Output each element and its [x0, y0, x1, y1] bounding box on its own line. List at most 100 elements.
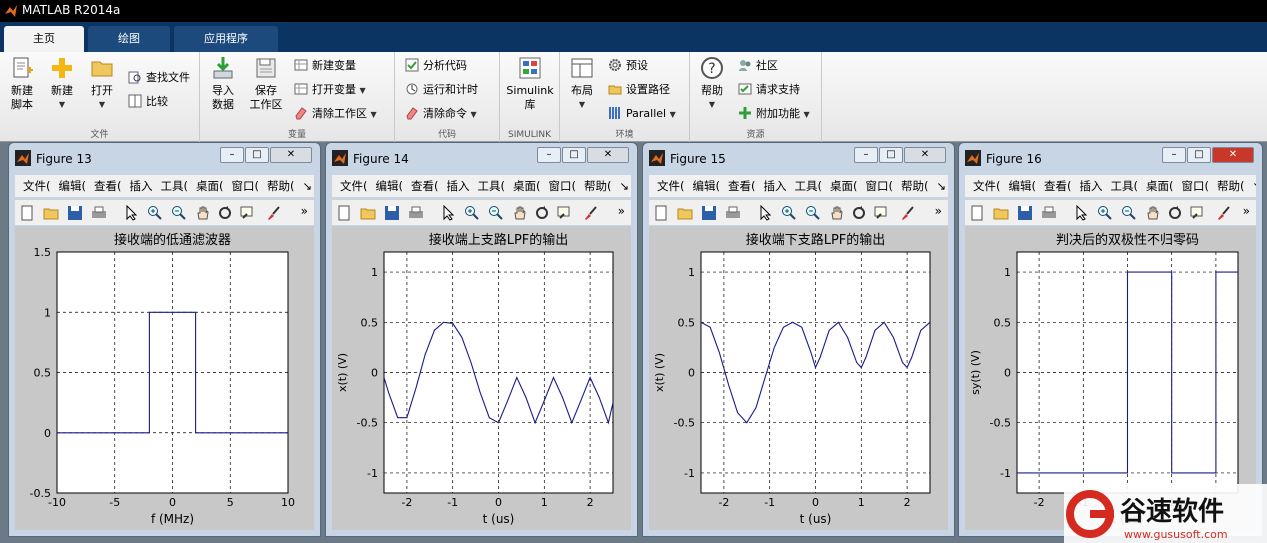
tab-home[interactable]: 主页 [4, 26, 84, 52]
clear-workspace-button[interactable]: 清除工作区 ▼ [294, 104, 377, 124]
new-button[interactable]: 新建 ▼ [46, 56, 78, 112]
menu-overflow-icon[interactable]: ↘ [937, 179, 947, 193]
menu-item[interactable]: 窗口( [549, 179, 577, 193]
menu-item[interactable]: 查看( [728, 179, 756, 193]
print-icon[interactable] [725, 205, 741, 221]
new-file-icon[interactable] [969, 205, 985, 221]
layout-button[interactable]: 布局 ▼ [566, 56, 598, 112]
toolbar-overflow-icon[interactable]: » [1243, 204, 1250, 218]
menu-item[interactable]: 编辑( [693, 179, 721, 193]
menu-item[interactable]: 查看( [411, 179, 439, 193]
select-arrow-icon[interactable] [440, 205, 456, 221]
menu-item[interactable]: 查看( [94, 179, 122, 193]
maximize-button[interactable]: □ [562, 147, 586, 163]
save-icon[interactable] [1017, 205, 1033, 221]
print-icon[interactable] [1041, 205, 1057, 221]
help-button[interactable]: ? 帮助 ▼ [696, 56, 728, 112]
figure-window-2[interactable]: Figure 14– □ ✕ 文件(编辑(查看(插入 工具(桌面(窗口(帮助(↘» -2-… [325, 142, 638, 537]
menu-item[interactable]: 编辑( [376, 179, 404, 193]
select-arrow-icon[interactable] [123, 205, 139, 221]
addons-button[interactable]: 附加功能 ▼ [738, 104, 810, 124]
menu-item[interactable]: 帮助( [1217, 179, 1245, 193]
data-cursor-icon[interactable] [873, 205, 889, 221]
open-file-icon[interactable] [360, 205, 376, 221]
menu-item[interactable]: 插入 [1080, 179, 1103, 193]
analyze-code-button[interactable]: 分析代码 [405, 56, 467, 76]
new-file-icon[interactable] [19, 205, 35, 221]
zoom-out-icon[interactable] [488, 205, 504, 221]
plot-area[interactable]: -10 -5 0 5 10 -0.5 0 0.5 1 1.5 接收端的低通滤波器 f (MHz) [15, 226, 314, 530]
menu-item[interactable]: 文件( [340, 179, 368, 193]
rotate-3d-icon[interactable] [1167, 205, 1183, 221]
close-button[interactable]: ✕ [904, 147, 946, 163]
save-icon[interactable] [67, 205, 83, 221]
zoom-in-icon[interactable] [781, 205, 797, 221]
maximize-button[interactable]: □ [245, 147, 269, 163]
menu-item[interactable]: 桌面( [513, 179, 541, 193]
select-arrow-icon[interactable] [1073, 205, 1089, 221]
pan-hand-icon[interactable] [195, 205, 211, 221]
new-file-icon[interactable] [653, 205, 669, 221]
new-file-icon[interactable] [336, 205, 352, 221]
data-cursor-icon[interactable] [556, 205, 572, 221]
menu-item[interactable]: 窗口( [1182, 179, 1210, 193]
zoom-in-icon[interactable] [147, 205, 163, 221]
minimize-button[interactable]: – [537, 147, 561, 163]
print-icon[interactable] [91, 205, 107, 221]
menu-item[interactable]: 窗口( [866, 179, 894, 193]
compare-button[interactable]: 比较 [128, 92, 168, 112]
minimize-button[interactable]: – [854, 147, 878, 163]
brush-icon[interactable] [265, 205, 281, 221]
request-support-button[interactable]: 请求支持 [738, 80, 800, 100]
menu-item[interactable]: 插入 [764, 179, 787, 193]
simulink-library-button[interactable]: Simulink 库 [504, 56, 556, 112]
open-variable-button[interactable]: 打开变量 ▼ [294, 80, 366, 100]
save-icon[interactable] [701, 205, 717, 221]
new-script-button[interactable]: 新建 脚本 [6, 56, 38, 112]
menu-item[interactable]: 桌面( [196, 179, 224, 193]
pan-hand-icon[interactable] [829, 205, 845, 221]
data-cursor-icon[interactable] [239, 205, 255, 221]
menu-item[interactable]: 文件( [23, 179, 51, 193]
menu-item[interactable]: 文件( [657, 179, 685, 193]
run-and-time-button[interactable]: 运行和计时 [405, 80, 478, 100]
find-files-button[interactable]: 查找文件 [128, 68, 190, 88]
menu-item[interactable]: 编辑( [59, 179, 87, 193]
zoom-in-icon[interactable] [464, 205, 480, 221]
menu-item[interactable]: 工具( [478, 179, 506, 193]
minimize-button[interactable]: – [220, 147, 244, 163]
menu-item[interactable]: 插入 [447, 179, 470, 193]
menu-overflow-icon[interactable]: ↘ [303, 179, 313, 193]
tab-apps[interactable]: 应用程序 [174, 26, 278, 52]
zoom-in-icon[interactable] [1097, 205, 1113, 221]
toolbar-overflow-icon[interactable]: » [935, 204, 942, 218]
close-button[interactable]: ✕ [270, 147, 312, 163]
minimize-button[interactable]: – [1162, 147, 1186, 163]
print-icon[interactable] [408, 205, 424, 221]
zoom-out-icon[interactable] [171, 205, 187, 221]
figure-window-3[interactable]: Figure 15– □ ✕ 文件(编辑(查看(插入 工具(桌面(窗口(帮助(↘» -2-… [642, 142, 955, 537]
menu-item[interactable]: 桌面( [1146, 179, 1174, 193]
zoom-out-icon[interactable] [805, 205, 821, 221]
brush-icon[interactable] [1215, 205, 1231, 221]
brush-icon[interactable] [582, 205, 598, 221]
parallel-button[interactable]: Parallel ▼ [608, 104, 676, 124]
preferences-button[interactable]: 预设 [608, 56, 648, 76]
menu-item[interactable]: 编辑( [1009, 179, 1037, 193]
data-cursor-icon[interactable] [1189, 205, 1205, 221]
community-button[interactable]: 社区 [738, 56, 778, 76]
menu-overflow-icon[interactable]: ↘ [1253, 179, 1257, 193]
save-workspace-button[interactable]: 保存 工作区 [246, 56, 286, 112]
save-icon[interactable] [384, 205, 400, 221]
plot-area[interactable]: -2 -1 0 1 2 -1 -0.5 0 0.5 1 接收端上支路LPF的输出 t (us) x(t)… [332, 226, 631, 530]
maximize-button[interactable]: □ [879, 147, 903, 163]
clear-commands-button[interactable]: 清除命令 ▼ [405, 104, 477, 124]
rotate-3d-icon[interactable] [851, 205, 867, 221]
menu-item[interactable]: 帮助( [267, 179, 295, 193]
close-button[interactable]: ✕ [1212, 147, 1254, 163]
menu-item[interactable]: 工具( [161, 179, 189, 193]
maximize-button[interactable]: □ [1187, 147, 1211, 163]
menu-item[interactable]: 插入 [130, 179, 153, 193]
tab-plots[interactable]: 绘图 [88, 26, 170, 52]
toolbar-overflow-icon[interactable]: » [618, 204, 625, 218]
